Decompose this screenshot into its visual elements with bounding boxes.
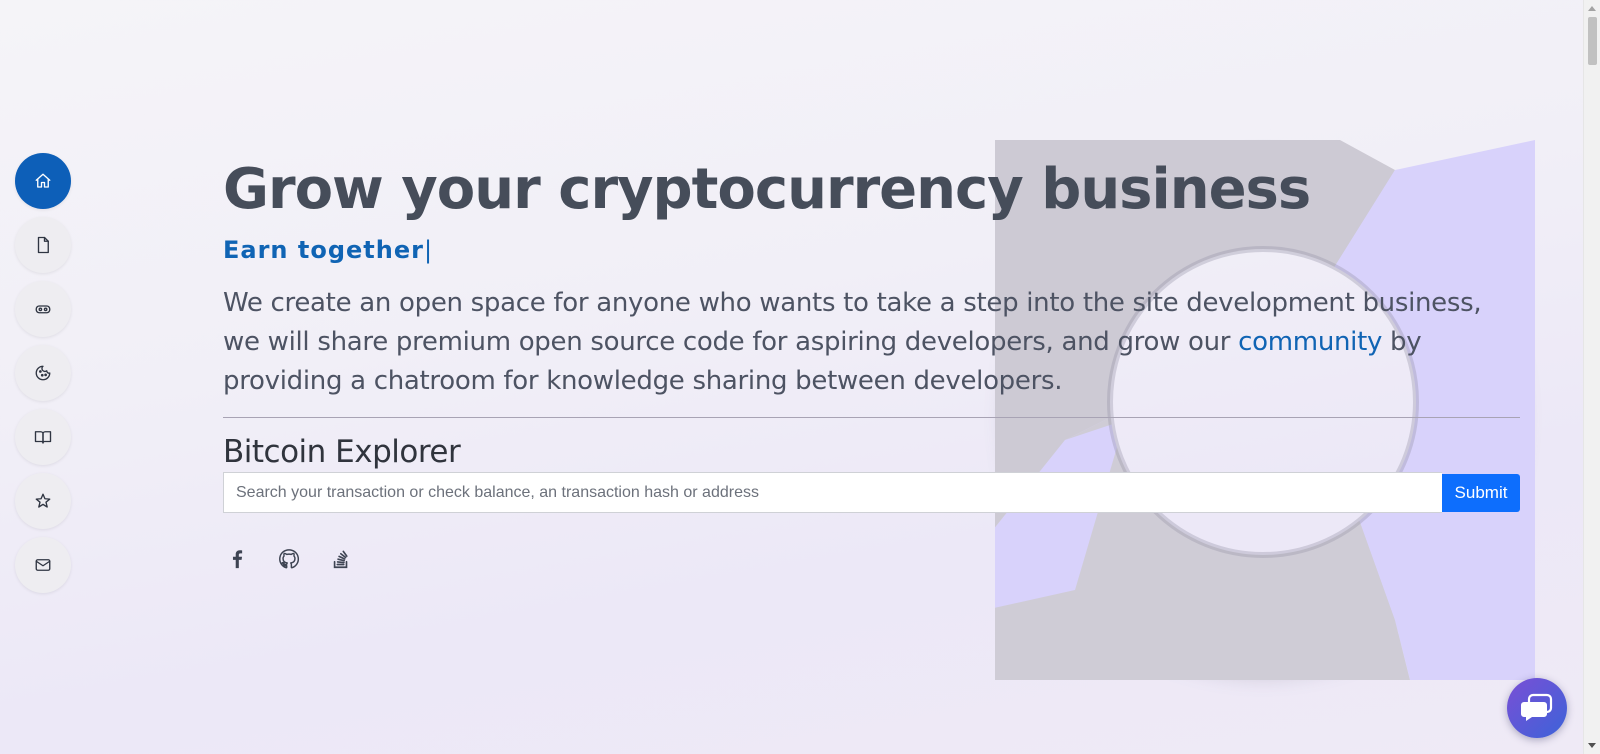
typing-subtitle: Earn together| — [223, 232, 1520, 268]
sidebar-item-documents[interactable] — [15, 217, 71, 273]
community-link[interactable]: community — [1238, 327, 1382, 357]
sidebar-item-games[interactable] — [15, 281, 71, 337]
star-icon — [35, 493, 51, 508]
explorer-title: Bitcoin Explorer — [223, 434, 461, 470]
page-scrollbar[interactable] — [1583, 0, 1600, 754]
page-title: Grow your cryptocurrency business — [223, 157, 1311, 222]
sidebar-item-contact[interactable] — [15, 537, 71, 593]
stackoverflow-icon — [333, 550, 348, 569]
divider — [223, 417, 1520, 418]
typing-cursor: | — [423, 236, 434, 264]
cookie-icon — [35, 365, 51, 381]
chat-icon — [1521, 693, 1553, 721]
explorer-search-form: Submit — [223, 472, 1520, 513]
file-icon — [37, 236, 49, 254]
subtitle-text: Earn together — [223, 236, 424, 264]
github-icon — [279, 549, 300, 569]
home-icon — [35, 173, 51, 188]
explorer-search-input[interactable] — [223, 472, 1442, 513]
sidebar-nav — [15, 153, 71, 593]
facebook-link[interactable] — [225, 547, 249, 571]
submit-button[interactable]: Submit — [1442, 473, 1520, 512]
scroll-thumb[interactable] — [1588, 17, 1597, 65]
chat-widget-button[interactable] — [1507, 678, 1567, 738]
sidebar-item-favorites[interactable] — [15, 473, 71, 529]
scroll-down-arrow-icon[interactable] — [1588, 743, 1596, 748]
github-link[interactable] — [277, 547, 301, 571]
book-icon — [34, 431, 52, 444]
gamepad-icon — [35, 305, 51, 314]
sidebar-item-docs[interactable] — [15, 409, 71, 465]
facebook-icon — [232, 550, 243, 569]
sidebar-item-home[interactable] — [15, 153, 71, 209]
mail-icon — [35, 559, 51, 571]
hero-section: Grow your cryptocurrency business Earn t… — [223, 150, 1520, 571]
scroll-up-arrow-icon[interactable] — [1588, 6, 1596, 11]
hero-description: We create an open space for anyone who w… — [223, 284, 1520, 401]
social-links — [225, 547, 1520, 571]
sidebar-item-cookies[interactable] — [15, 345, 71, 401]
stackoverflow-link[interactable] — [329, 547, 353, 571]
